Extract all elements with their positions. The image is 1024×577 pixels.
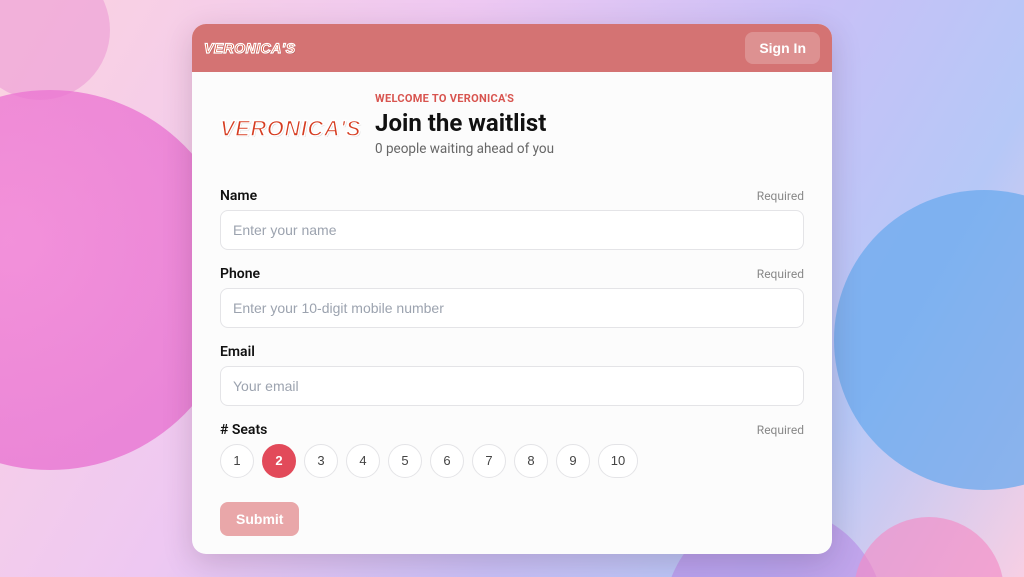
email-label: Email	[220, 344, 255, 360]
seat-option-10[interactable]: 10	[598, 444, 638, 478]
phone-required: Required	[757, 267, 804, 281]
name-required: Required	[757, 189, 804, 203]
hero: VERONICA'S WELCOME TO VERONICA'S Join th…	[220, 92, 804, 166]
seat-option-9[interactable]: 9	[556, 444, 590, 478]
sign-in-button[interactable]: Sign In	[745, 32, 820, 64]
seat-option-5[interactable]: 5	[388, 444, 422, 478]
bg-circle	[854, 517, 1004, 577]
email-input[interactable]	[220, 366, 804, 406]
brand-logo-small: VERONICA'S	[204, 40, 296, 56]
field-seats: # Seats Required 12345678910	[220, 422, 804, 478]
seats-required: Required	[757, 423, 804, 437]
hero-kicker: WELCOME TO VERONICA'S	[375, 92, 554, 105]
waitlist-card: VERONICA'S Sign In VERONICA'S WELCOME TO…	[192, 24, 832, 554]
seat-option-2[interactable]: 2	[262, 444, 296, 478]
brand-logo: VERONICA'S	[220, 92, 361, 166]
name-input[interactable]	[220, 210, 804, 250]
seat-option-4[interactable]: 4	[346, 444, 380, 478]
page-title: Join the waitlist	[375, 109, 554, 137]
bg-circle	[0, 0, 110, 100]
field-phone: Phone Required	[220, 266, 804, 328]
field-email: Email	[220, 344, 804, 406]
seats-option-row: 12345678910	[220, 444, 804, 478]
phone-input[interactable]	[220, 288, 804, 328]
bg-circle	[834, 190, 1024, 490]
seat-option-6[interactable]: 6	[430, 444, 464, 478]
hero-subtitle: 0 people waiting ahead of you	[375, 141, 554, 157]
field-name: Name Required	[220, 188, 804, 250]
submit-button[interactable]: Submit	[220, 502, 299, 536]
seats-label: # Seats	[220, 422, 267, 438]
page-background: VERONICA'S Sign In VERONICA'S WELCOME TO…	[0, 0, 1024, 577]
phone-label: Phone	[220, 266, 260, 282]
name-label: Name	[220, 188, 257, 204]
brand-logo-text: VERONICA'S	[220, 116, 361, 142]
seat-option-7[interactable]: 7	[472, 444, 506, 478]
card-header: VERONICA'S Sign In	[192, 24, 832, 72]
seat-option-1[interactable]: 1	[220, 444, 254, 478]
card-body: VERONICA'S WELCOME TO VERONICA'S Join th…	[192, 72, 832, 554]
seat-option-3[interactable]: 3	[304, 444, 338, 478]
seat-option-8[interactable]: 8	[514, 444, 548, 478]
